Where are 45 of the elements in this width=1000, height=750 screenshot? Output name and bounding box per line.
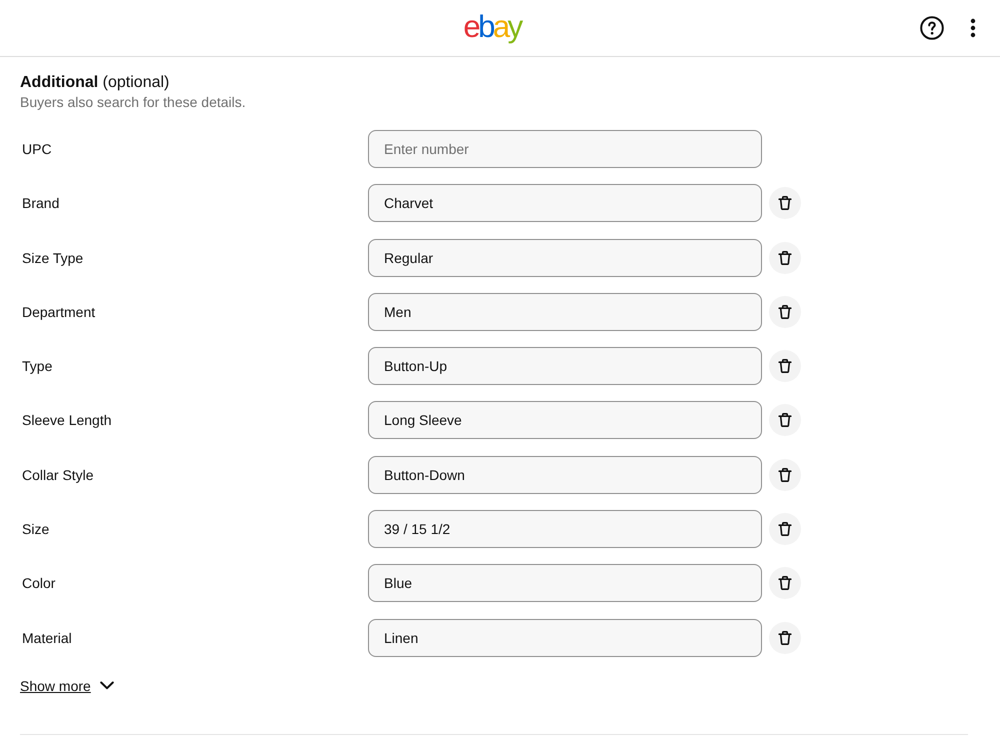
text-field[interactable]: Blue: [368, 564, 762, 602]
field-label: Size: [22, 520, 50, 538]
text-field[interactable]: Charvet: [368, 184, 762, 222]
field-label: Collar Style: [22, 466, 94, 484]
section-heading: Additional (optional): [20, 73, 170, 93]
field-label: Brand: [22, 194, 60, 212]
chevron-icon: [100, 681, 114, 690]
text-field[interactable]: Long Sleeve: [368, 401, 762, 440]
section-subtitle: Buyers also search for these details.: [20, 93, 246, 111]
text-field[interactable]: Regular: [368, 238, 762, 277]
field-label: Size Type: [22, 248, 84, 267]
delete-button[interactable]: [769, 404, 801, 436]
field-label: UPC: [22, 140, 52, 158]
delete-button[interactable]: [769, 187, 801, 220]
trash-icon: [777, 358, 793, 374]
delete-button[interactable]: [769, 567, 801, 600]
delete-button[interactable]: [769, 242, 801, 274]
text-field[interactable]: Button-Down: [368, 456, 762, 494]
field-label: Sleeve Length: [22, 411, 112, 430]
delete-button[interactable]: [769, 513, 801, 546]
trash-icon: [777, 521, 793, 538]
trash-icon: [777, 195, 793, 212]
trash-icon: [777, 250, 793, 266]
delete-button[interactable]: [769, 296, 801, 328]
text-field[interactable]: Enter number: [368, 130, 762, 168]
trash-icon: [777, 630, 793, 646]
trash-icon: [777, 412, 793, 428]
show-more-button[interactable]: Show more: [20, 676, 114, 696]
text-field[interactable]: Linen: [368, 618, 762, 657]
delete-button[interactable]: [769, 622, 801, 654]
trash-icon: [777, 575, 793, 592]
delete-button[interactable]: [769, 350, 801, 382]
field-label: Department: [22, 302, 96, 321]
field-label: Color: [22, 574, 56, 592]
more-options-icon[interactable]: [970, 18, 976, 38]
help-icon[interactable]: [920, 16, 944, 40]
ebay-logo[interactable]: ebay: [463, 10, 521, 42]
field-label: Material: [22, 628, 72, 647]
text-field[interactable]: Button-Up: [368, 347, 762, 386]
trash-icon: [777, 304, 793, 320]
delete-button[interactable]: [769, 458, 801, 491]
field-label: Type: [22, 357, 52, 376]
text-field[interactable]: 39 / 15 1/2: [368, 510, 762, 548]
text-field[interactable]: Men: [368, 292, 762, 331]
trash-icon: [777, 466, 793, 483]
